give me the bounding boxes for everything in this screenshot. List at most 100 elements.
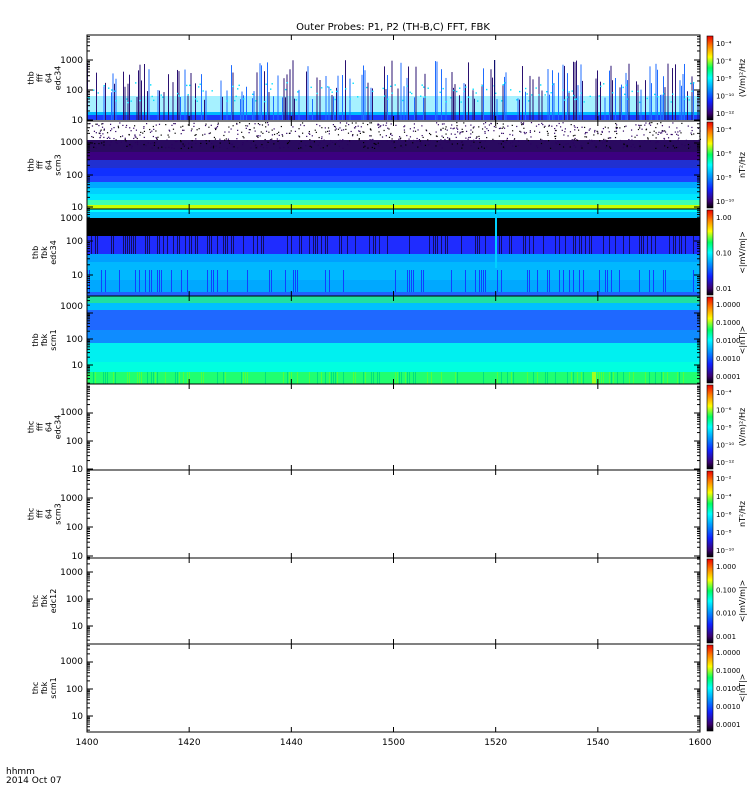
colorbar-tick-label: 0.0010 xyxy=(716,703,741,711)
y-tick-label: 10 xyxy=(72,552,84,562)
y-tick-label: 10 xyxy=(72,465,84,475)
svg-text:scm3: scm3 xyxy=(54,503,63,524)
x-tick-label: 1600 xyxy=(689,738,712,748)
panel-2-data xyxy=(87,121,701,209)
y-axis-label: thb fbk scm1 xyxy=(31,329,58,350)
y-tick-label: 10 xyxy=(72,622,84,632)
colorbar xyxy=(706,121,714,209)
svg-text:fbk: fbk xyxy=(40,681,49,694)
svg-text:64: 64 xyxy=(45,509,54,519)
y-tick-label: 1000 xyxy=(60,408,83,418)
y-tick-label: 100 xyxy=(66,437,83,447)
panel-1-data xyxy=(87,60,700,120)
y-axis-label: thb fbk edc34 xyxy=(31,240,58,265)
colorbar-tick-label: 10⁻⁴ xyxy=(716,389,732,397)
svg-text:fff: fff xyxy=(36,74,45,83)
colorbar-tick-label: 1.000 xyxy=(716,563,736,571)
y-tick-label: 100 xyxy=(66,171,83,181)
colorbar-tick-label: 0.010 xyxy=(716,610,736,618)
panel-frame xyxy=(86,469,701,559)
y-tick-label: 100 xyxy=(66,685,83,695)
panel-8: 101001000thc fbk scm11.00000.10000.01000.0… xyxy=(31,643,747,733)
colorbar-tick-label: 0.0010 xyxy=(716,355,741,363)
y-tick-label: 10 xyxy=(72,361,84,371)
colorbar-tick-label: 0.1000 xyxy=(716,319,741,327)
colorbar-tick-label: 10⁻⁶ xyxy=(716,511,732,519)
svg-text:fff: fff xyxy=(36,510,45,519)
colorbar-label: <|nT|> xyxy=(738,674,747,703)
svg-text:<|nT|>: <|nT|> xyxy=(738,326,747,355)
y-axis-label: thc fff 64 edc34 xyxy=(27,415,63,440)
y-axis-label: thc fbk scm1 xyxy=(31,677,58,698)
y-tick-label: 1000 xyxy=(60,56,83,66)
colorbar-tick-label: 1.0000 xyxy=(716,649,741,657)
y-tick-label: 1000 xyxy=(60,138,83,148)
colorbar-tick-label: 10⁻⁶ xyxy=(716,407,732,415)
y-axis-label: thc fff 64 scm3 xyxy=(27,503,63,524)
colorbar-label: <|mV/m|> xyxy=(738,231,747,274)
svg-text:thc: thc xyxy=(27,421,36,434)
svg-text:fbk: fbk xyxy=(40,333,49,346)
x-tick-label: 1440 xyxy=(280,738,303,748)
colorbar-tick-label: 10⁻⁸ xyxy=(716,75,732,83)
colorbar xyxy=(706,558,714,644)
svg-text:fbk: fbk xyxy=(40,594,49,607)
svg-text:nT²/Hz: nT²/Hz xyxy=(738,152,747,178)
svg-text:<|nT|>: <|nT|> xyxy=(738,674,747,703)
colorbar-label: nT²/Hz xyxy=(738,501,747,527)
colorbar xyxy=(706,384,714,470)
y-axis-label: thc fbk edc12 xyxy=(31,589,58,614)
colorbar-tick-label: 10⁻⁴ xyxy=(716,493,732,501)
svg-text:<|mV/m|>: <|mV/m|> xyxy=(738,580,747,623)
x-tick-label: 1400 xyxy=(76,738,99,748)
svg-text:(V/m)²/Hz: (V/m)²/Hz xyxy=(738,408,747,446)
colorbar-tick-label: 10⁻¹⁰ xyxy=(716,198,734,206)
colorbar-tick-label: 0.0001 xyxy=(716,721,741,729)
colorbar-tick-label: 0.1000 xyxy=(716,667,741,675)
y-axis-label: thb fff 64 scm3 xyxy=(27,154,63,175)
svg-text:64: 64 xyxy=(45,422,54,432)
colorbar-tick-label: 0.100 xyxy=(716,586,736,594)
colorbar-tick-label: 10⁻⁶ xyxy=(716,150,732,158)
colorbar-label: <|nT|> xyxy=(738,326,747,355)
panel-6: 101001000thc fff 64 scm310⁻²10⁻⁴10⁻⁶10⁻⁸10⁻… xyxy=(27,469,747,562)
colorbar-tick-label: 0.001 xyxy=(716,633,736,641)
y-tick-label: 1000 xyxy=(60,214,83,224)
spectrogram-figure: 101001000thb fff 64 edc3410⁻⁴10⁻⁶10⁻⁸10⁻¹⁰1… xyxy=(27,34,747,748)
colorbar xyxy=(706,296,714,384)
colorbar xyxy=(706,35,714,121)
panel-frame xyxy=(86,383,701,471)
y-tick-label: 10 xyxy=(72,271,84,281)
svg-text:nT²/Hz: nT²/Hz xyxy=(738,501,747,527)
colorbar-tick-label: 10⁻⁶ xyxy=(716,58,732,66)
colorbar-label: (V/m)²/Hz xyxy=(738,59,747,97)
colorbar-tick-label: 10⁻¹⁰ xyxy=(716,442,734,450)
svg-text:fff: fff xyxy=(36,423,45,432)
colorbar-tick-label: 10⁻¹⁰ xyxy=(716,547,734,555)
svg-text:thc: thc xyxy=(31,682,40,695)
panel-4-data xyxy=(87,296,700,384)
y-tick-label: 10 xyxy=(72,116,84,126)
svg-text:edc34: edc34 xyxy=(54,415,63,440)
x-tick-label: 1520 xyxy=(484,738,507,748)
svg-text:thb: thb xyxy=(27,158,36,171)
svg-text:fbk: fbk xyxy=(40,246,49,259)
colorbar-tick-label: 10⁻¹⁰ xyxy=(716,93,734,101)
date-label: 2014 Oct 07 xyxy=(6,776,62,786)
colorbar-label: nT²/Hz xyxy=(738,152,747,178)
colorbar-tick-label: 10⁻² xyxy=(716,475,732,483)
svg-text:edc34: edc34 xyxy=(49,240,58,265)
colorbar-tick-label: 0.01 xyxy=(716,285,732,293)
colorbar-tick-label: 0.0001 xyxy=(716,373,741,381)
svg-text:fff: fff xyxy=(36,161,45,170)
y-tick-label: 100 xyxy=(66,335,83,345)
x-tick-label: 1420 xyxy=(178,738,201,748)
colorbar-tick-label: 10⁻⁴ xyxy=(716,40,732,48)
colorbar-tick-label: 1.0000 xyxy=(716,301,741,309)
colorbar-tick-label: 0.0100 xyxy=(716,685,741,693)
colorbar-tick-label: 10⁻⁸ xyxy=(716,529,732,537)
colorbar xyxy=(706,209,714,296)
svg-text:thc: thc xyxy=(31,595,40,608)
colorbar-tick-label: 1.00 xyxy=(716,214,732,222)
panel-frame xyxy=(86,557,701,645)
